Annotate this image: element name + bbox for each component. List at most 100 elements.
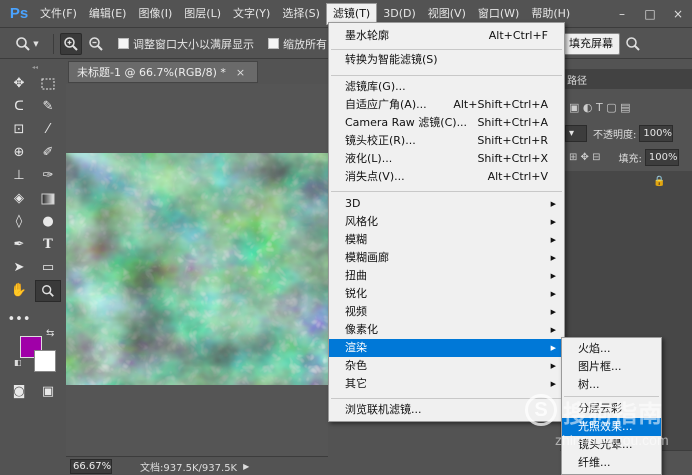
status-bar: 66.67% 文档:937.5K/937.5K ▶ [66, 456, 328, 475]
menu-item-flame[interactable]: 火焰... [562, 340, 661, 358]
menu-item-liquify[interactable]: 液化(L)... Shift+Ctrl+X [329, 150, 564, 168]
fill-screen-button[interactable]: 填充屏幕 [562, 33, 620, 55]
submenu-arrow-icon: ▶ [550, 254, 556, 262]
menu-edit[interactable]: 编辑(E) [83, 3, 133, 25]
menu-item-browse-online-filters[interactable]: 浏览联机滤镜... [329, 401, 564, 419]
fill-field[interactable]: 100% [644, 148, 679, 166]
status-menu-arrow-icon[interactable]: ▶ [243, 462, 249, 471]
submenu-arrow-icon: ▶ [550, 272, 556, 280]
submenu-arrow-icon: ▶ [550, 218, 556, 226]
swap-colors-icon[interactable]: ⇆ [46, 328, 54, 339]
zoom-all-checkbox[interactable] [268, 38, 279, 49]
type-tool-icon[interactable]: T [35, 234, 61, 256]
menu-item-video[interactable]: 视频 ▶ [329, 303, 564, 321]
maximize-button[interactable]: □ [636, 0, 664, 28]
menu-item-picture-frame[interactable]: 图片框... [562, 358, 661, 376]
pen-tool-icon[interactable]: ✒ [6, 234, 32, 256]
menu-image[interactable]: 图像(I) [132, 3, 178, 25]
background-color-swatch[interactable] [34, 350, 56, 372]
zoom-tool-icon[interactable]: ▼ [10, 33, 44, 55]
menu-item-3d[interactable]: 3D ▶ [329, 195, 564, 213]
menu-item-distort[interactable]: 扭曲 ▶ [329, 267, 564, 285]
panel-collapse-icon[interactable]: ◂◂ [6, 64, 64, 72]
history-brush-tool-icon[interactable]: ✑ [35, 165, 61, 187]
menu-item-lens-flare[interactable]: 镜头光晕... [562, 436, 661, 454]
tools-panel: ◂◂ ✥ ᑕ ✎ ⊡ ⁄ ⊕ ✐ ⊥ ✑ ◈ ◊ ● ✒ T ➤ ▭ ✋ ••• ⇆ ◧ ◙ ▣ [6, 64, 64, 408]
clone-stamp-tool-icon[interactable]: ⊥ [6, 165, 32, 187]
menu-item-pixelate[interactable]: 像素化 ▶ [329, 321, 564, 339]
blend-mode-select[interactable]: ▾ [565, 124, 587, 142]
document-tab-title: 未标题-1 @ 66.7%(RGB/8) * [77, 66, 226, 79]
menu-file[interactable]: 文件(F) [34, 3, 83, 25]
screen-mode-icon[interactable]: ▣ [35, 381, 61, 403]
dodge-tool-icon[interactable]: ● [35, 211, 61, 233]
menu-item-blur[interactable]: 模糊 ▶ [329, 231, 564, 249]
zoom-all-label: 缩放所有 [283, 37, 327, 51]
menu-item-vanishing-point[interactable]: 消失点(V)... Alt+Ctrl+V [329, 168, 564, 186]
menu-layer[interactable]: 图层(L) [178, 3, 227, 25]
submenu-arrow-icon: ▶ [550, 362, 556, 370]
menu-separator [331, 191, 562, 192]
menu-item-sharpen[interactable]: 锐化 ▶ [329, 285, 564, 303]
menu-separator [331, 398, 562, 399]
marquee-tool-icon[interactable] [35, 73, 61, 95]
blur-tool-icon[interactable]: ◊ [6, 211, 32, 233]
quick-mask-icon[interactable]: ◙ [6, 381, 32, 403]
eraser-tool-icon[interactable]: ◈ [6, 188, 32, 210]
workspace-search-icon[interactable] [622, 33, 644, 55]
healing-brush-tool-icon[interactable]: ⊕ [6, 142, 32, 164]
resize-windows-label: 调整窗口大小以满屏显示 [133, 37, 254, 51]
menu-item-stylize[interactable]: 风格化 ▶ [329, 213, 564, 231]
submenu-arrow-icon: ▶ [550, 308, 556, 316]
menu-type[interactable]: 文字(Y) [227, 3, 276, 25]
resize-windows-checkbox[interactable] [118, 38, 129, 49]
rectangle-tool-icon[interactable]: ▭ [35, 257, 61, 279]
paths-tab[interactable]: 路径 [567, 72, 587, 87]
menu-item-lighting-effects[interactable]: 光照效果... [562, 418, 661, 436]
close-button[interactable]: × [664, 0, 692, 28]
filter-menu: 墨水轮廓 Alt+Ctrl+F 转换为智能滤镜(S) 滤镜库(G)... 自适应广… [328, 22, 565, 422]
crop-tool-icon[interactable]: ⊡ [6, 119, 32, 141]
menu-item-camera-raw[interactable]: Camera Raw 滤镜(C)... Shift+Ctrl+A [329, 114, 564, 132]
menu-separator [331, 75, 562, 76]
layer-filter-icons[interactable]: ▣ ◐ T ▢ ▤ [569, 101, 630, 114]
menu-item-adaptive-wide-angle[interactable]: 自适应广角(A)... Alt+Shift+Ctrl+A [329, 96, 564, 114]
menu-select[interactable]: 选择(S) [276, 3, 326, 25]
submenu-arrow-icon: ▶ [550, 344, 556, 352]
menu-item-render[interactable]: 渲染 ▶ [329, 339, 564, 357]
close-tab-icon[interactable]: × [236, 66, 245, 79]
submenu-arrow-icon: ▶ [550, 290, 556, 298]
zoom-level-field[interactable]: 66.67% [70, 458, 112, 474]
gradient-tool-icon[interactable] [35, 188, 61, 210]
zoom-in-icon[interactable] [60, 32, 82, 55]
more-tools-icon[interactable]: ••• [6, 309, 32, 331]
hand-tool-icon[interactable]: ✋ [6, 280, 32, 302]
menu-item-tree[interactable]: 树... [562, 376, 661, 394]
menu-item-fibers[interactable]: 纤维... [562, 454, 661, 472]
zoom-out-icon[interactable] [85, 33, 107, 55]
menu-item-noise[interactable]: 杂色 ▶ [329, 357, 564, 375]
move-tool-icon[interactable]: ✥ [6, 73, 32, 95]
document-tab[interactable]: 未标题-1 @ 66.7%(RGB/8) * × [68, 61, 258, 83]
menu-item-ink-outline[interactable]: 墨水轮廓 Alt+Ctrl+F [329, 27, 564, 45]
render-submenu: 火焰... 图片框... 树... 分层云彩 光照效果... 镜头光晕... 纤… [561, 337, 662, 475]
lock-icons[interactable]: ⊞ ✥ ⊟ [569, 152, 601, 163]
menu-item-lens-correction[interactable]: 镜头校正(R)... Shift+Ctrl+R [329, 132, 564, 150]
zoom-tool-selected-icon[interactable] [35, 279, 61, 302]
window-controls: – □ × [608, 0, 692, 28]
document-size: 文档:937.5K/937.5K [140, 462, 238, 474]
menu-item-other[interactable]: 其它 ▶ [329, 375, 564, 393]
canvas-image[interactable] [66, 153, 328, 385]
menu-item-convert-smart-filter[interactable]: 转换为智能滤镜(S) [329, 51, 564, 69]
brush-tool-icon[interactable]: ✐ [35, 142, 61, 164]
opacity-field[interactable]: 100% [639, 124, 674, 142]
menu-item-difference-clouds[interactable]: 分层云彩 [562, 400, 661, 418]
minimize-button[interactable]: – [608, 0, 636, 28]
menu-item-blur-gallery[interactable]: 模糊画廊 ▶ [329, 249, 564, 267]
default-colors-icon[interactable]: ◧ [14, 358, 22, 367]
menu-item-filter-gallery[interactable]: 滤镜库(G)... [329, 78, 564, 96]
path-select-tool-icon[interactable]: ➤ [6, 257, 32, 279]
lasso-tool-icon[interactable]: ᑕ [6, 96, 32, 118]
quick-select-tool-icon[interactable]: ✎ [35, 96, 61, 118]
eyedropper-tool-icon[interactable]: ⁄ [35, 119, 61, 141]
